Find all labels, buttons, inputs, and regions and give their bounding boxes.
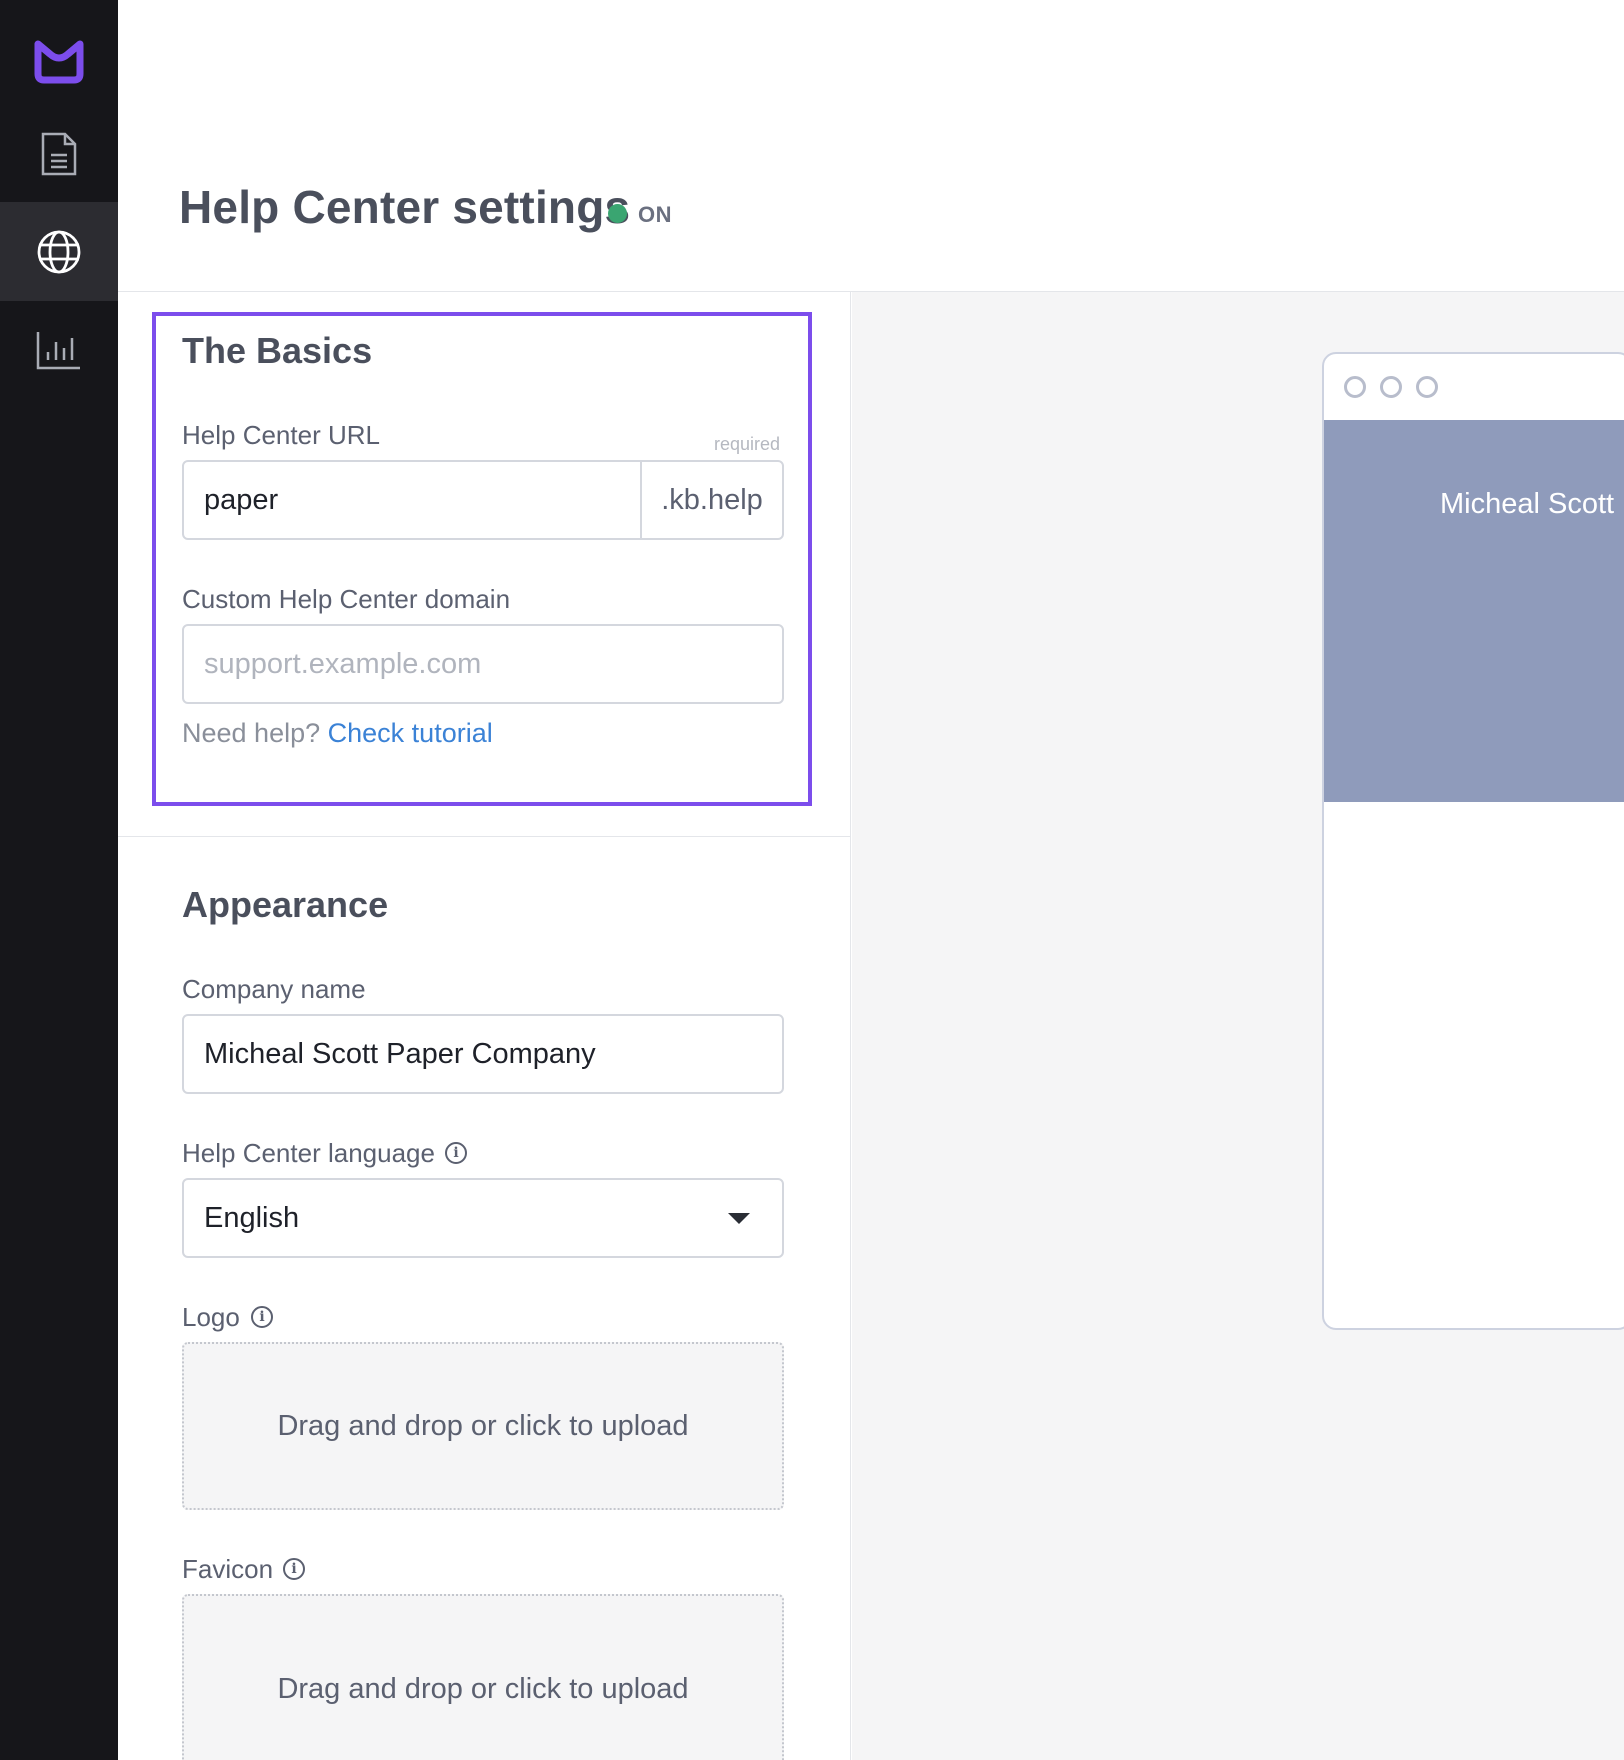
- window-dot-icon: [1416, 376, 1438, 398]
- sidebar-item-articles[interactable]: [0, 104, 118, 203]
- page-header: [118, 0, 1624, 292]
- logo-label: Logo: [182, 1302, 240, 1332]
- logo-upload-dropzone[interactable]: Drag and drop or click to upload: [182, 1342, 784, 1510]
- sidebar-item-analytics[interactable]: [0, 300, 118, 399]
- brand-logo-icon: [34, 40, 84, 84]
- favicon-upload-dropzone[interactable]: Drag and drop or click to upload: [182, 1594, 784, 1760]
- company-name-input[interactable]: Micheal Scott Paper Company: [182, 1014, 784, 1094]
- domain-input[interactable]: support.example.com: [182, 624, 784, 704]
- window-dot-icon: [1380, 376, 1402, 398]
- language-select[interactable]: English: [182, 1178, 784, 1258]
- company-name-label: Company name: [182, 974, 366, 1004]
- appearance-heading: Appearance: [182, 884, 389, 925]
- document-icon: [41, 132, 77, 175]
- globe-icon: [37, 230, 81, 273]
- domain-label: Custom Help Center domain: [182, 584, 511, 614]
- preview-banner: [1324, 420, 1624, 802]
- language-label: Help Center language: [182, 1138, 435, 1168]
- basics-heading: The Basics: [182, 330, 373, 371]
- preview-company-name: Micheal Scott P: [1440, 488, 1624, 520]
- favicon-info-icon[interactable]: i: [283, 1558, 305, 1580]
- help-prefix: Need help?: [182, 718, 321, 748]
- page-title: Help Center settings: [179, 181, 631, 233]
- sidebar-item-help-center[interactable]: [0, 202, 118, 301]
- check-tutorial-link[interactable]: Check tutorial: [328, 718, 493, 748]
- window-dot-icon: [1344, 376, 1366, 398]
- favicon-label: Favicon: [182, 1554, 274, 1584]
- required-indicator: required: [714, 434, 781, 454]
- language-info-icon[interactable]: i: [445, 1142, 467, 1164]
- logo-info-icon[interactable]: i: [251, 1306, 273, 1328]
- chevron-down-icon: [728, 1213, 750, 1224]
- url-suffix: .kb.help: [640, 460, 784, 540]
- brand-logo[interactable]: [0, 20, 118, 100]
- section-divider: [118, 836, 851, 837]
- url-label: Help Center URL: [182, 420, 380, 450]
- sidebar: [0, 0, 118, 1760]
- url-input[interactable]: paper: [182, 460, 642, 540]
- bar-chart-icon: [36, 331, 80, 369]
- help-text: Need help? Check tutorial: [182, 718, 493, 749]
- status-indicator-dot: [608, 204, 627, 223]
- status-text: ON: [638, 202, 672, 227]
